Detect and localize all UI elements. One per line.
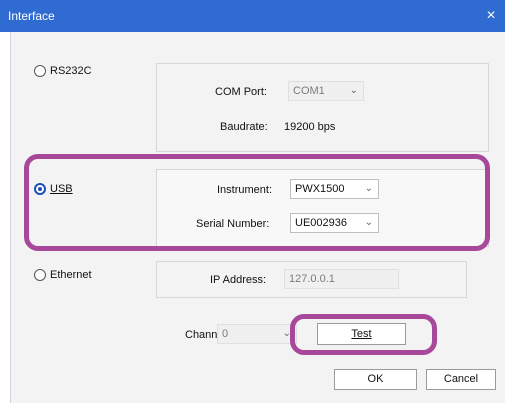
instrument-label: Instrument: [217,184,273,196]
baudrate-value: 19200 bps [284,121,336,133]
channel-value: 0 [222,328,229,340]
chevron-down-icon: ⌄ [282,328,291,339]
radio-circle-icon [34,269,46,281]
serial-number-select[interactable]: UE002936 ⌄ [290,213,379,233]
radio-circle-icon [34,65,46,77]
radio-rs232c-label: RS232C [50,65,92,77]
instrument-value: PWX1500 [295,183,345,195]
ip-address-value: 127.0.0.1 [289,273,335,285]
ip-address-label: IP Address: [210,274,267,286]
com-port-select: COM1 ⌄ [288,81,364,101]
radio-usb-label: USB [50,183,73,195]
close-icon[interactable]: × [477,0,505,32]
usb-group: Instrument: PWX1500 ⌄ Serial Number: UE0… [156,169,489,247]
radio-ethernet[interactable]: Ethernet [34,269,92,281]
test-button-label: Test [351,328,372,340]
channel-select: 0 ⌄ [217,324,297,344]
ok-button-label: OK [367,373,384,385]
radio-ethernet-label: Ethernet [50,269,92,281]
com-port-value: COM1 [293,85,325,97]
instrument-select[interactable]: PWX1500 ⌄ [290,179,379,199]
interface-dialog: RS232C COM Port: COM1 ⌄ Baudrate: 19200 … [10,32,505,403]
com-port-label: COM Port: [215,86,267,98]
chevron-down-icon: ⌄ [349,85,358,96]
cancel-button[interactable]: Cancel [426,369,496,390]
radio-usb[interactable]: USB [34,183,73,195]
baudrate-label: Baudrate: [220,121,268,133]
test-button[interactable]: Test [317,323,406,345]
window-title: Interface [8,9,55,23]
chevron-down-icon: ⌄ [364,217,373,228]
ip-address-field: 127.0.0.1 [284,269,399,289]
serial-number-value: UE002936 [295,217,347,229]
rs232c-group: COM Port: COM1 ⌄ Baudrate: 19200 bps [156,63,489,152]
ok-button[interactable]: OK [334,369,417,390]
cancel-button-label: Cancel [443,373,479,385]
ethernet-group: IP Address: 127.0.0.1 [156,261,467,298]
radio-rs232c[interactable]: RS232C [34,65,92,77]
title-bar: Interface × [0,0,505,32]
radio-checked-icon [34,183,46,195]
chevron-down-icon: ⌄ [364,183,373,194]
serial-number-label: Serial Number: [196,218,270,230]
